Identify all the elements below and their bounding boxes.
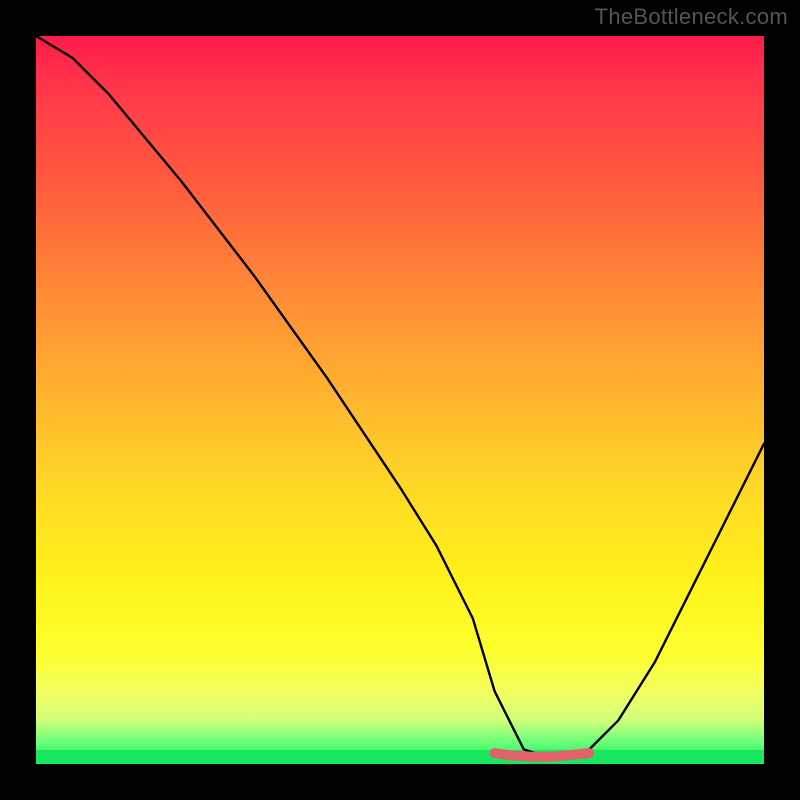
bottleneck-chart xyxy=(36,36,764,764)
chart-svg xyxy=(36,36,764,764)
attribution-text: TheBottleneck.com xyxy=(595,4,788,30)
bottleneck-curve xyxy=(36,36,764,757)
optimal-marker-curve xyxy=(495,753,590,757)
